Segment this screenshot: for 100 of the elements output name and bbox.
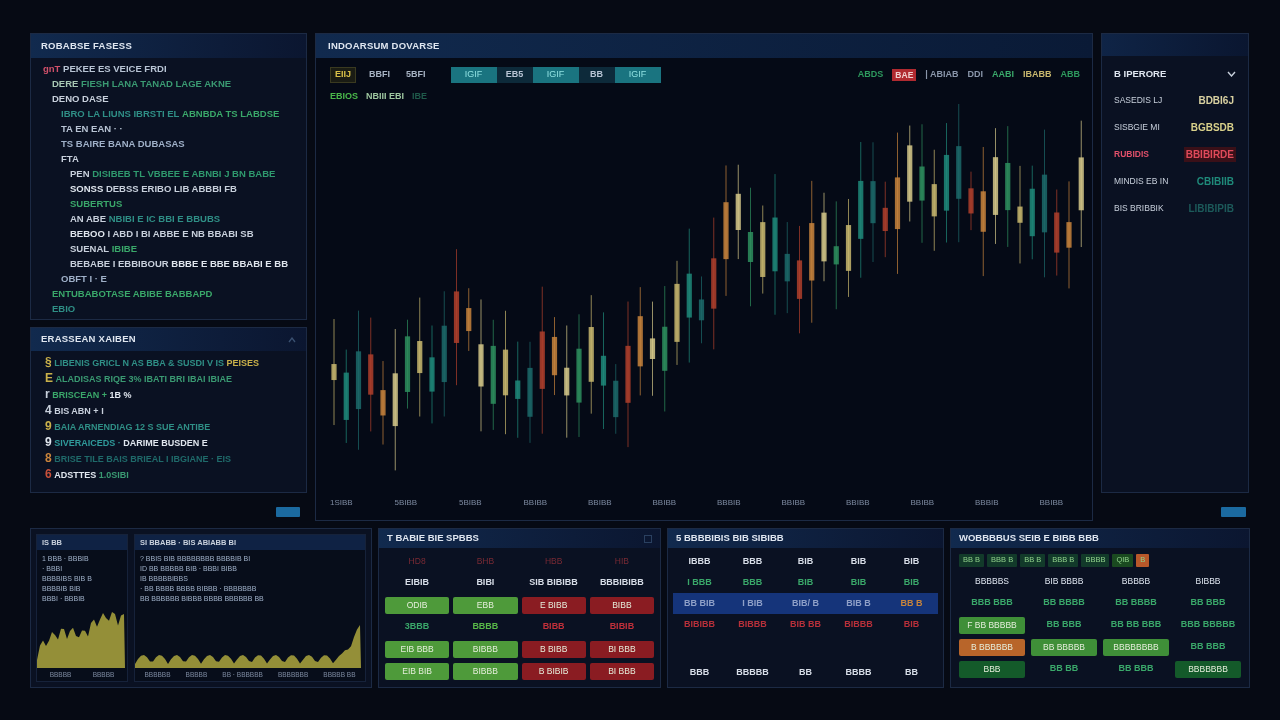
table-cell: B BIBIB xyxy=(521,662,586,680)
code-line: FTA xyxy=(61,152,79,166)
panel-title: B IPERORE xyxy=(1114,66,1167,81)
column-header: HD8 xyxy=(407,554,427,568)
table-cell: EIB BIB xyxy=(385,662,450,680)
code-line: § LIBENIS GRICL N AS BBA & SUSDI V IS PEISES xyxy=(45,355,259,371)
symbol-name: MINDIS EB IN xyxy=(1114,175,1169,188)
table-row[interactable]: I BBB BBB BIB BIB BIB xyxy=(673,572,938,593)
table-cell-text: SIB BIBIBB xyxy=(528,576,579,590)
table-cell-text: IBBB xyxy=(687,554,712,568)
code-line: SUBERTUS xyxy=(70,197,123,211)
panel-title: T BABIE BIE SPBBS xyxy=(387,531,479,546)
table-cell: EIB BBB xyxy=(385,640,450,658)
selected-row[interactable]: BB BIB I BIB BIB/ B BIB B BB B xyxy=(673,593,938,614)
code-line: SONSS DEBSS ERIBO LIB ABBBI FB xyxy=(70,182,237,196)
small-tab-button[interactable] xyxy=(1221,507,1246,517)
code-line: E ALADISAS RIQE 3% IBATI BRI IBAI IBIAE xyxy=(45,371,232,387)
symbol-name: SISBGIE MI xyxy=(1114,121,1160,134)
symbol-name: BIS BRIBBIK xyxy=(1114,202,1164,215)
symbol-name: SASEDIS LJ xyxy=(1114,94,1163,107)
table-cell-text: BB xyxy=(798,665,813,679)
table-cell-text: BIBIB xyxy=(608,620,636,634)
axis-label: BBIBB xyxy=(652,498,677,507)
table-cell-text: BB BBB xyxy=(1117,662,1155,676)
axis-label: BBIBB xyxy=(846,498,870,507)
table-cell-text: BB xyxy=(904,665,919,679)
table-cell: B BIBB xyxy=(521,640,586,658)
code-line: IBRO LA LIUNS IBRSTI EL ABNBDA TS LABDSE xyxy=(61,107,280,121)
panel-title: ERASSEAN XAIBEN xyxy=(41,332,136,347)
table-cell-text: BIB xyxy=(796,575,815,589)
table-cell: E BIBB xyxy=(521,596,586,614)
column-header: BIB BBBB xyxy=(1043,574,1085,588)
table-cell-text: BBBB xyxy=(844,665,873,679)
square-icon[interactable] xyxy=(644,534,652,543)
column-header: BBBBB xyxy=(1120,574,1152,588)
axis-label: BBBIB xyxy=(975,498,999,507)
table-cell: BIBBB xyxy=(453,640,518,658)
timeframe-tab[interactable]: IGIF xyxy=(532,67,579,83)
chevron-down-icon[interactable] xyxy=(1227,71,1236,77)
symbol-value: CBIBIIB xyxy=(1195,175,1235,189)
code-line: DENO DASE xyxy=(52,92,109,106)
code-line: 6 ADSTTES 1.0SIBI xyxy=(45,467,129,483)
toolbar-button[interactable]: EIIJ xyxy=(330,67,356,83)
symbol-value: BDBI6J xyxy=(1197,94,1235,108)
column-header: HIB xyxy=(613,554,630,568)
small-tab-button[interactable] xyxy=(276,507,300,517)
timeframe-tab[interactable]: EB5 xyxy=(496,67,533,83)
table-cell-text: BIBIBB xyxy=(683,617,716,631)
code-line: SUENAL IBIBE xyxy=(70,242,138,256)
table-cell: BIBB xyxy=(589,596,654,614)
table-row[interactable]: BBB BBBBB BB BBBB BB xyxy=(673,662,938,683)
table-cell-text: BB BBB xyxy=(1045,618,1083,632)
table-cell-text: BB BB BBB xyxy=(1109,618,1163,632)
table-cell-text: BBBB xyxy=(471,620,500,634)
code-line: AN ABE NBIBI E IC BBI E BBUBS xyxy=(70,212,221,226)
axis-label: BBIBB xyxy=(1039,498,1064,507)
table-row[interactable]: IBBB BBB BIB BIB BIB xyxy=(673,551,938,572)
table-cell-text: BBB xyxy=(741,575,764,589)
chart-readout: IBE xyxy=(412,90,428,104)
table-cell-text: BIB xyxy=(849,554,868,568)
table-cell-text: BIB/ B xyxy=(791,596,820,610)
table-cell-text: BIBBB xyxy=(843,617,874,631)
code-line: 9 SIVERAICEDS · DARIME BUSDEN E xyxy=(45,435,208,451)
table-cell: BB BBBBB xyxy=(1031,638,1097,656)
table-cell-text: BB BBB xyxy=(1189,640,1227,654)
timeframe-tab[interactable]: IGIF xyxy=(614,67,661,83)
table-cell: BBBBBBB xyxy=(1175,660,1241,678)
toolbar-button[interactable]: BBFI xyxy=(366,67,393,83)
toolbar-button[interactable]: 5BFI xyxy=(403,67,429,83)
code-line: PEN DISIBEB TL VBBEE E ABNBI J BN BABE xyxy=(70,167,276,181)
table-cell: BBBBBBBB xyxy=(1103,638,1169,656)
column-header: BIBBB xyxy=(1194,574,1222,588)
code-line: TS BAIRE BANA DUBASAS xyxy=(61,137,185,151)
code-line: OBFT I · E xyxy=(61,272,107,286)
table-cell: F BB BBBBB xyxy=(959,616,1025,634)
panel-title: 5 BBBBIBIS BIB SIBIBB xyxy=(676,531,784,546)
table-cell-text: BIB BB xyxy=(789,617,822,631)
table-cell-text: BIB xyxy=(796,554,815,568)
table-cell-text: 3BBB xyxy=(403,620,431,634)
code-line: r BRISCEAN + 1B % xyxy=(45,387,132,403)
legend-label: ABDS xyxy=(857,68,884,82)
code-line: 4 BIS ABN + I xyxy=(45,403,104,419)
legend-label: AABI xyxy=(992,68,1014,82)
table-cell: BI BBB xyxy=(589,662,654,680)
table-cell-text: BIBB xyxy=(541,620,566,634)
table-cell: ODIB xyxy=(385,596,450,614)
axis-label: 5BIBB xyxy=(459,498,482,507)
axis-label: BBIBB xyxy=(523,498,548,507)
table-cell-text: BBBIBIBB xyxy=(598,576,645,590)
chevron-up-icon[interactable] xyxy=(288,336,296,343)
axis-label: BBIBB xyxy=(910,498,935,507)
table-cell: BIBBB xyxy=(453,662,518,680)
timeframe-tab[interactable]: IGIF xyxy=(450,67,497,83)
code-line: TA EN EAN · · xyxy=(61,122,123,136)
legend-badge: BAE xyxy=(892,69,917,81)
legend-label: ABB xyxy=(1060,68,1080,82)
timeframe-tab[interactable]: BB xyxy=(578,67,615,83)
column-header: BHB xyxy=(475,554,496,568)
code-line: 9 BAIA ARNENDIAG 12 S SUE ANTIBE xyxy=(45,419,211,435)
table-cell-text: BB BB xyxy=(1048,662,1080,676)
